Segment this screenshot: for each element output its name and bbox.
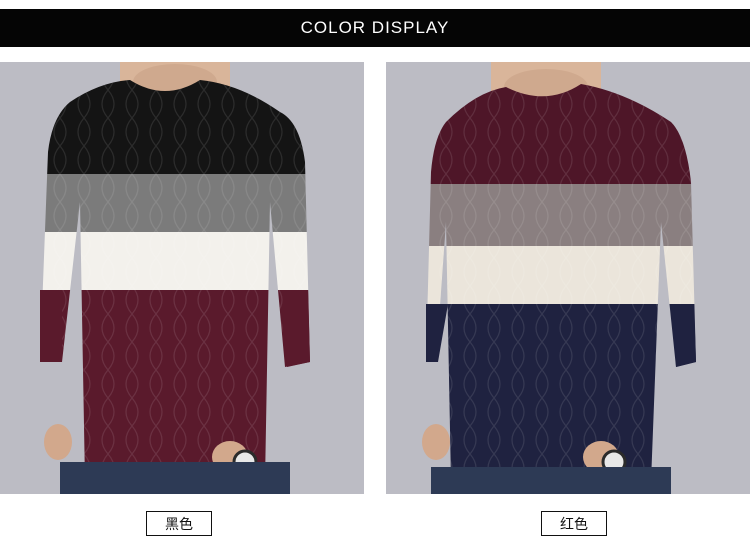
caption-black: 黑色: [146, 511, 212, 536]
header-title: COLOR DISPLAY: [300, 18, 450, 37]
caption-red: 红色: [541, 511, 607, 536]
product-photo-black: [0, 62, 364, 494]
product-photo-red: [386, 62, 750, 494]
header-bar: COLOR DISPLAY: [0, 9, 750, 47]
